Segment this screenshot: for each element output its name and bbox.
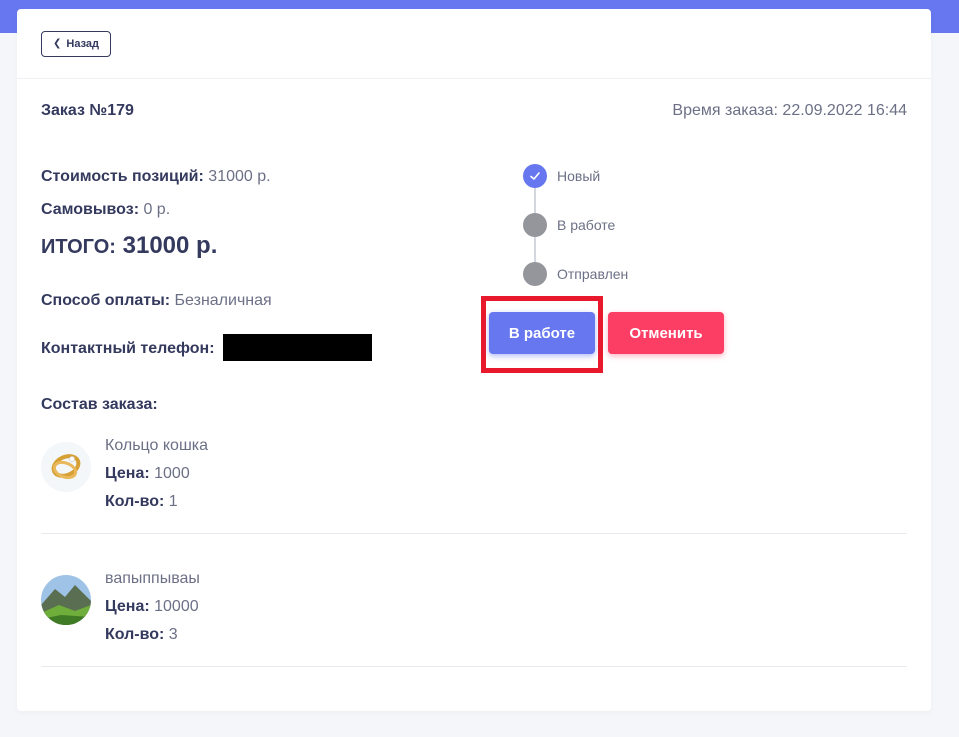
card-header: ❮ Назад bbox=[17, 9, 931, 79]
status-dot-in-work bbox=[523, 213, 547, 237]
status-in-work: В работе bbox=[523, 213, 615, 237]
status-label: Отправлен bbox=[557, 266, 629, 282]
item-price-value: 10000 bbox=[149, 598, 199, 615]
item-price-value: 1000 bbox=[149, 465, 190, 482]
status-new: Новый bbox=[523, 164, 600, 188]
ring-thumbnail bbox=[41, 442, 91, 492]
item-qty-value: 1 bbox=[164, 493, 178, 510]
total-label: ИТОГО: bbox=[41, 236, 116, 258]
back-button-label: Назад bbox=[66, 38, 99, 50]
item-name: Кольцо кошка bbox=[105, 437, 209, 454]
status-dot-sent bbox=[523, 262, 547, 286]
payment-method: Способ оплаты: Безналичная bbox=[41, 292, 272, 310]
item-price-label: Цена: bbox=[105, 465, 150, 482]
composition-title: Состав заказа: bbox=[41, 396, 158, 413]
list-item: вапыппываы Цена: 10000 Кол-во: 3 bbox=[41, 567, 907, 657]
total-value: 31000 р. bbox=[115, 232, 218, 259]
landscape-thumbnail bbox=[41, 575, 91, 625]
item-divider bbox=[41, 666, 907, 667]
status-timeline: Новый В работе Отправлен bbox=[523, 164, 723, 294]
phone-label: Контактный телефон: bbox=[41, 340, 215, 357]
pickup-cost: Самовывоз: 0 р. bbox=[41, 201, 170, 219]
item-qty-label: Кол-во: bbox=[105, 626, 165, 643]
item-qty-label: Кол-во: bbox=[105, 493, 165, 510]
order-title: Заказ №179 bbox=[41, 102, 134, 119]
positions-cost-label: Стоимость позиций: bbox=[41, 168, 204, 185]
order-time: Время заказа: 22.09.2022 16:44 bbox=[672, 102, 907, 119]
phone-redaction bbox=[223, 334, 372, 361]
payment-value: Безналичная bbox=[170, 292, 272, 309]
item-quantity: Кол-во: 3 bbox=[105, 626, 178, 644]
status-label: В работе bbox=[557, 217, 616, 233]
status-dot-new bbox=[523, 164, 547, 188]
order-card: ❮ Назад Заказ №179 Время заказа: 22.09.2… bbox=[17, 9, 931, 711]
check-icon bbox=[530, 172, 540, 180]
status-label: Новый bbox=[557, 168, 601, 184]
positions-cost-value: 31000 р. bbox=[203, 168, 271, 185]
list-item: Кольцо кошка Цена: 1000 Кол-во: 1 bbox=[41, 434, 907, 524]
item-price-label: Цена: bbox=[105, 598, 150, 615]
back-button[interactable]: ❮ Назад bbox=[41, 31, 111, 57]
item-price: Цена: 10000 bbox=[105, 598, 199, 616]
item-name: вапыппываы bbox=[105, 570, 200, 587]
item-quantity: Кол-во: 1 bbox=[105, 493, 178, 511]
item-qty-value: 3 bbox=[164, 626, 178, 643]
contact-phone: Контактный телефон: bbox=[41, 340, 215, 358]
item-divider bbox=[41, 533, 907, 534]
cancel-button[interactable]: Отменить bbox=[608, 312, 724, 354]
order-total: ИТОГО: 31000 р. bbox=[41, 232, 217, 260]
positions-cost: Стоимость позиций: 31000 р. bbox=[41, 168, 271, 186]
status-sent: Отправлен bbox=[523, 262, 628, 286]
in-work-button[interactable]: В работе bbox=[489, 312, 595, 354]
pickup-label: Самовывоз: bbox=[41, 201, 140, 218]
chevron-left-icon: ❮ bbox=[52, 38, 62, 49]
pickup-value: 0 р. bbox=[139, 201, 171, 218]
item-price: Цена: 1000 bbox=[105, 465, 190, 483]
payment-label: Способ оплаты: bbox=[41, 292, 171, 309]
